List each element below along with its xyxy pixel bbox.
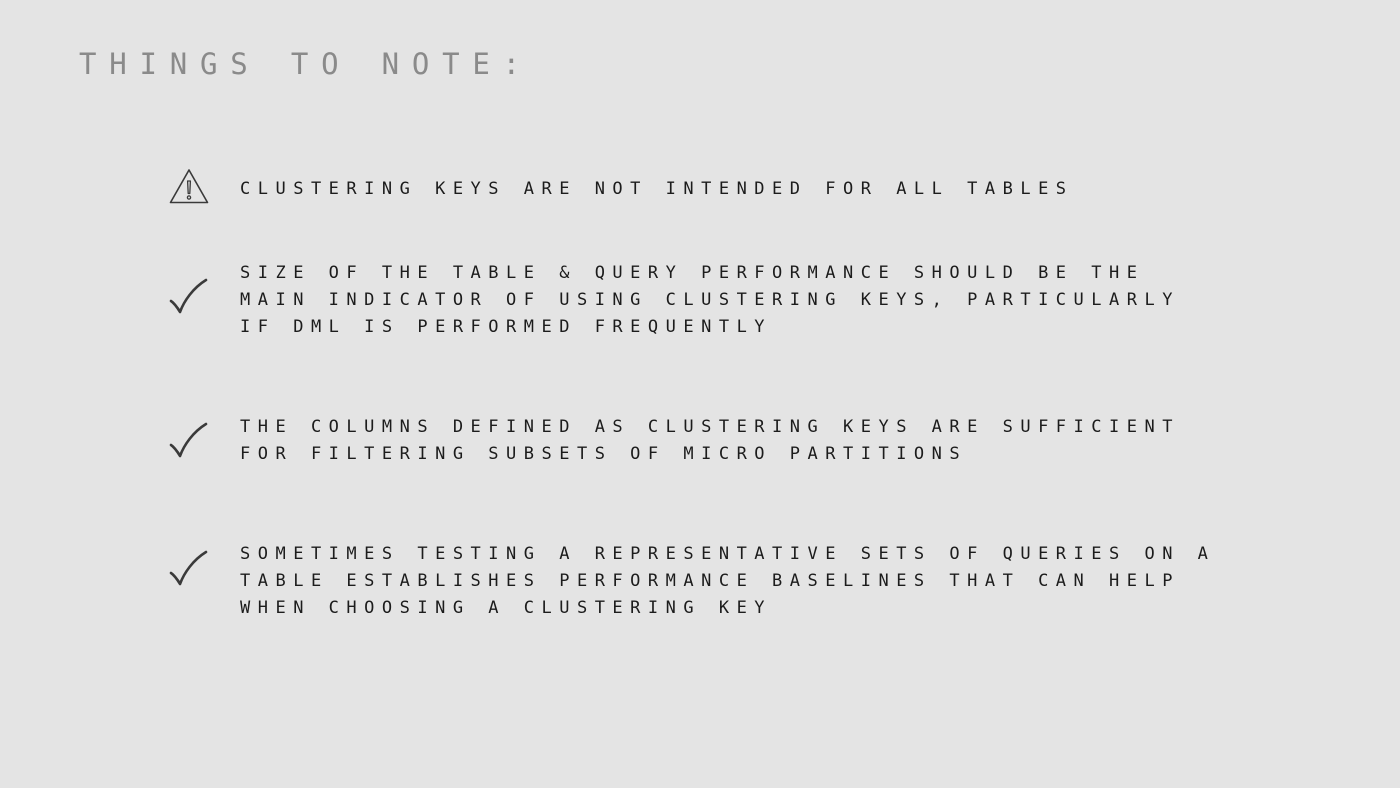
note-text: SOMETIMES TESTING A REPRESENTATIVE SETS … [240, 541, 1215, 622]
checkmark-icon [168, 421, 210, 463]
note-text-line: MAIN INDICATOR OF USING CLUSTERING KEYS,… [240, 290, 1180, 310]
note-text: SIZE OF THE TABLE & QUERY PERFORMANCE SH… [240, 260, 1180, 341]
note-text-line: SOMETIMES TESTING A REPRESENTATIVE SETS … [240, 544, 1216, 564]
note-text-line: WHEN CHOOSING A CLUSTERING KEY [240, 598, 773, 618]
warning-icon [168, 166, 210, 208]
note-text: THE COLUMNS DEFINED AS CLUSTERING KEYS A… [240, 414, 1180, 468]
checkmark-icon [168, 549, 210, 591]
note-text-line: TABLE ESTABLISHES PERFORMANCE BASELINES … [240, 571, 1180, 591]
note-text-line: IF DML IS PERFORMED FREQUENTLY [240, 317, 773, 337]
note-text-line: FOR FILTERING SUBSETS OF MICRO PARTITION… [240, 444, 968, 464]
page-title: THINGS TO NOTE: [79, 47, 533, 81]
note-text: CLUSTERING KEYS ARE NOT INTENDED FOR ALL… [240, 176, 1074, 203]
note-text-line: SIZE OF THE TABLE & QUERY PERFORMANCE SH… [240, 263, 1145, 283]
checkmark-icon [168, 277, 210, 319]
note-text-line: THE COLUMNS DEFINED AS CLUSTERING KEYS A… [240, 417, 1180, 437]
note-text-line: CLUSTERING KEYS ARE NOT INTENDED FOR ALL… [240, 179, 1074, 199]
